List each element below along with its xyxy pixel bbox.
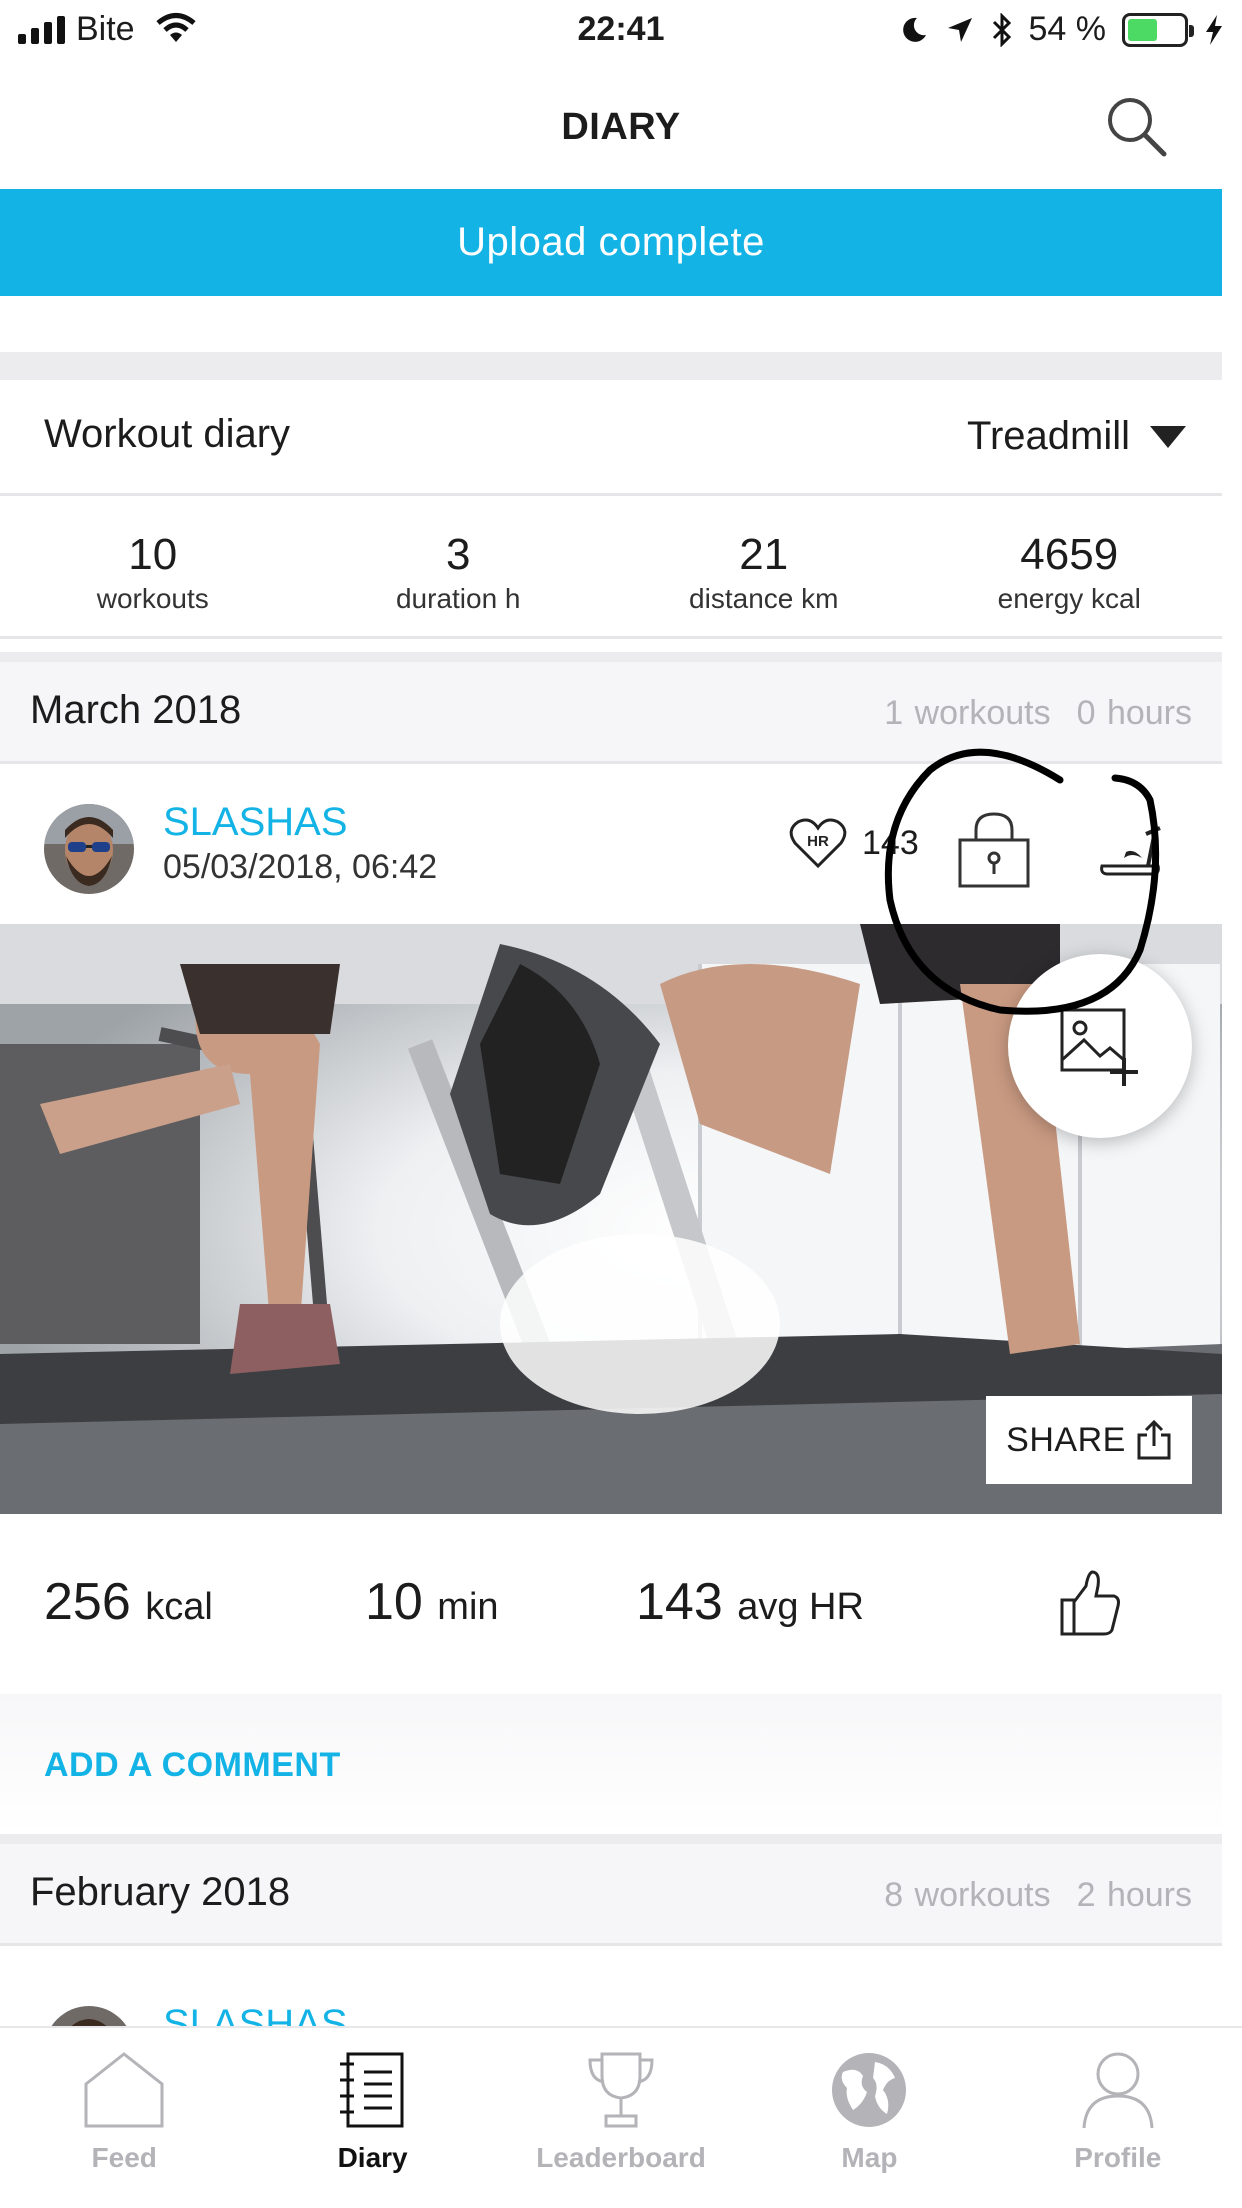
share-button[interactable]: SHARE	[986, 1396, 1192, 1484]
summary-kcal: 256 kcal	[44, 1572, 213, 1632]
min-value: 10	[365, 1573, 423, 1631]
stat-duration: 3 duration h	[306, 499, 612, 636]
heart-rate-icon: HR	[789, 818, 847, 869]
avatar[interactable]	[44, 2006, 134, 2026]
month-header-february[interactable]: February 2018 8 workouts 2 hours	[0, 1834, 1222, 1946]
summary-duration: 10 min	[365, 1572, 499, 1632]
upload-banner: Upload complete	[0, 189, 1222, 296]
month-stats: 1 workouts 0 hours	[858, 694, 1192, 733]
entry-username[interactable]: SLASHAS	[163, 2002, 348, 2026]
globe-icon	[832, 2053, 907, 2127]
diary-title: Workout diary	[44, 412, 291, 456]
stat-value: 10	[128, 530, 178, 579]
month-hours: 0 hours	[1076, 694, 1192, 732]
workout-summary: 256 kcal 10 min 143 avg HR	[0, 1514, 1222, 1694]
kcal-value: 256	[44, 1573, 131, 1631]
tab-diary[interactable]: Diary	[248, 2028, 496, 2208]
trophy-icon	[588, 2052, 654, 2128]
min-unit: min	[437, 1586, 499, 1628]
add-photo-button[interactable]	[1008, 954, 1192, 1138]
tab-label: Feed	[91, 2142, 157, 2173]
stat-label: distance km	[689, 583, 839, 614]
stat-value: 4659	[1020, 530, 1119, 579]
month-workouts: 8 workouts	[884, 1876, 1051, 1914]
month-name: March 2018	[30, 688, 242, 732]
avatar[interactable]	[44, 804, 134, 894]
triangle-down-icon	[1150, 425, 1186, 448]
nav-bar: DIARY	[0, 62, 1242, 192]
tab-profile[interactable]: Profile	[994, 2028, 1242, 2208]
add-image-icon	[1060, 1008, 1138, 1086]
stat-value: 3	[446, 530, 471, 579]
stat-label: workouts	[96, 583, 209, 614]
month-header-march[interactable]: March 2018 1 workouts 0 hours	[0, 652, 1222, 764]
month-workouts: 1 workouts	[884, 694, 1051, 732]
add-comment-link[interactable]: ADD A COMMENT	[44, 1746, 341, 1785]
home-icon	[84, 2052, 164, 2128]
search-icon[interactable]	[1100, 90, 1174, 164]
tab-label: Profile	[1074, 2142, 1162, 2173]
sport-filter-label: Treadmill	[967, 414, 1130, 458]
next-entry-peek[interactable]: SLASHAS	[0, 1980, 1222, 2026]
page-title: DIARY	[561, 106, 681, 148]
battery-icon	[1122, 12, 1194, 47]
heart-rate-value: 143	[862, 823, 919, 862]
tab-bar: Feed Diary Leaderboard Map Profile	[0, 2026, 1242, 2208]
month-stats: 8 workouts 2 hours	[858, 1876, 1192, 1915]
treadmill-icon	[1100, 826, 1161, 876]
location-icon	[947, 17, 972, 42]
tab-map[interactable]: Map	[745, 2028, 993, 2208]
bluetooth-icon	[992, 12, 1011, 47]
tab-feed[interactable]: Feed	[0, 2028, 248, 2208]
lock-icon[interactable]	[956, 810, 1032, 890]
add-comment-row[interactable]: ADD A COMMENT	[0, 1694, 1222, 1834]
status-bar: Bite 22:41 54 %	[0, 0, 1242, 62]
diary-header: Workout diary Treadmill	[0, 380, 1222, 496]
month-name: February 2018	[30, 1870, 291, 1914]
tab-leaderboard[interactable]: Leaderboard	[497, 2028, 745, 2208]
battery-percent: 54 %	[1028, 10, 1107, 48]
charging-icon	[1206, 14, 1222, 45]
hr-unit: avg HR	[737, 1586, 864, 1628]
month-hours: 2 hours	[1076, 1876, 1192, 1914]
summary-stats: 10 workouts 3 duration h 21 distance km 465…	[0, 499, 1222, 639]
stat-label: duration h	[395, 583, 521, 614]
tab-label: Map	[841, 2142, 898, 2173]
thumbs-up-icon[interactable]	[1058, 1568, 1122, 1638]
share-icon	[1137, 1419, 1171, 1460]
kcal-unit: kcal	[145, 1586, 213, 1628]
entry-datetime: 05/03/2018, 06:42	[163, 848, 438, 886]
diary-icon	[339, 2052, 404, 2128]
person-icon	[1082, 2052, 1154, 2129]
heart-rate-indicator: HR 143	[788, 816, 919, 870]
moon-icon	[902, 17, 926, 42]
workout-entry-header[interactable]: SLASHAS 05/03/2018, 06:42 HR 143	[0, 778, 1222, 924]
svg-text:HR: HR	[807, 833, 829, 850]
tab-label: Diary	[337, 2142, 408, 2173]
hr-value: 143	[636, 1573, 723, 1631]
stat-workouts: 10 workouts	[0, 499, 306, 636]
entry-username[interactable]: SLASHAS	[163, 800, 348, 845]
stat-value: 21	[739, 530, 789, 579]
tab-label: Leaderboard	[536, 2142, 706, 2173]
divider	[0, 352, 1222, 380]
summary-hr: 143 avg HR	[636, 1572, 864, 1632]
stat-energy: 4659 energy kcal	[917, 499, 1223, 636]
stat-label: energy kcal	[997, 583, 1141, 614]
stat-distance: 21 distance km	[611, 499, 917, 636]
share-label: SHARE	[1006, 1420, 1126, 1459]
sport-filter-dropdown[interactable]: Treadmill	[967, 414, 1186, 459]
